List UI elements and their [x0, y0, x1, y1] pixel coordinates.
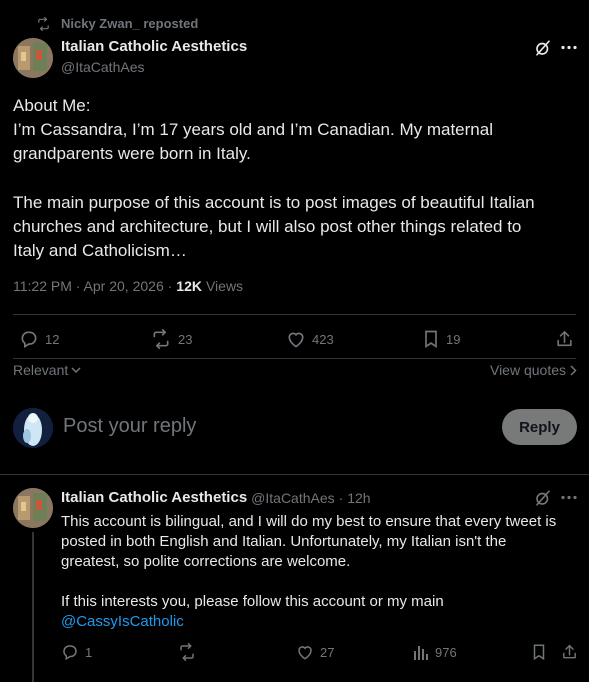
bookmark-icon — [531, 643, 547, 661]
post-line: I’m Cassandra, I’m 17 years old and I’m … — [13, 120, 493, 140]
repost-icon — [150, 329, 172, 349]
heart-icon — [286, 329, 306, 349]
reply-author-handle[interactable]: @ItaCathAes — [251, 490, 334, 506]
timestamp[interactable]: 11:22 PM · Apr 20, 2026 · — [13, 278, 172, 294]
view-quotes-link[interactable]: View quotes — [490, 362, 577, 378]
reply-button-label: Reply — [519, 418, 560, 436]
heart-icon — [296, 643, 314, 661]
reply-action[interactable]: 1 — [61, 643, 92, 661]
repost-text[interactable]: Nicky Zwan_ reposted — [61, 16, 198, 31]
views-label: Views — [205, 278, 244, 294]
composer-avatar[interactable] — [13, 408, 53, 448]
reply-line: This account is bilingual, and I will do… — [61, 513, 557, 530]
reply-line: greatest, so polite corrections are welc… — [61, 553, 351, 570]
post-line: churches and architecture, but I will al… — [13, 216, 522, 236]
reply-count: 1 — [85, 644, 93, 660]
share-icon — [561, 643, 578, 661]
bookmark-action[interactable]: 19 — [422, 329, 460, 349]
more-icon[interactable] — [561, 45, 577, 50]
bookmark-icon — [422, 329, 440, 349]
bookmark-count: 19 — [446, 331, 461, 347]
reply-author-name[interactable]: Italian Catholic Aesthetics — [61, 489, 247, 506]
reply-header: Italian Catholic Aesthetics @ItaCathAes … — [61, 489, 371, 506]
reply-action[interactable]: 12 — [19, 329, 59, 349]
reply-line: If this interests you, please follow thi… — [61, 593, 444, 610]
post-line: About Me: — [13, 96, 91, 115]
post-line: grandparents were born in Italy. — [13, 144, 251, 164]
divider — [13, 358, 576, 359]
author-handle[interactable]: @ItaCathAes — [61, 59, 144, 75]
like-count: 423 — [312, 331, 334, 347]
avatar[interactable] — [13, 38, 53, 78]
repost-action[interactable] — [177, 643, 203, 661]
grok-icon[interactable] — [534, 489, 552, 507]
mention-link[interactable]: @CassyIsCatholic — [61, 612, 581, 632]
reply-count: 12 — [45, 331, 60, 347]
post-line — [13, 167, 578, 191]
divider — [13, 314, 576, 315]
view-quotes-label: View quotes — [489, 362, 566, 378]
sort-label: Relevant — [13, 362, 69, 378]
analytics-icon — [413, 643, 429, 661]
more-icon[interactable] — [561, 495, 577, 500]
repost-icon — [36, 16, 51, 31]
grok-icon[interactable] — [534, 39, 552, 57]
share-icon — [555, 329, 574, 349]
reply-input[interactable]: Post your reply — [63, 415, 196, 438]
reply-button[interactable]: Reply — [502, 409, 577, 445]
divider — [0, 474, 589, 475]
like-action[interactable]: 27 — [296, 643, 334, 661]
views-count: 976 — [435, 644, 457, 660]
thread-line — [32, 532, 34, 682]
reply-time[interactable]: · 12h — [339, 490, 371, 506]
chevron-right-icon — [570, 364, 577, 376]
post-line: Italy and Catholicism… — [13, 241, 187, 261]
sort-dropdown[interactable]: Relevant — [13, 362, 81, 378]
reply-line: posted in both English and Italian. Unfo… — [61, 533, 507, 550]
post-line: The main purpose of this account is to p… — [13, 192, 535, 212]
post-meta: 11:22 PM · Apr 20, 2026 · 12K Views — [13, 278, 243, 294]
repost-count: 23 — [178, 331, 193, 347]
reply-line — [61, 572, 581, 592]
share-action[interactable] — [561, 643, 578, 661]
post-body: About Me: I’m Cassandra, I’m 17 years ol… — [13, 94, 578, 263]
views-count: 12K — [176, 278, 202, 294]
repost-icon — [177, 643, 197, 661]
reply-icon — [61, 643, 79, 661]
author-name[interactable]: Italian Catholic Aesthetics — [61, 38, 247, 55]
repost-action[interactable]: 23 — [150, 329, 192, 349]
views-action[interactable]: 976 — [413, 643, 457, 661]
repost-header: Nicky Zwan_ reposted — [36, 16, 198, 31]
reply-icon — [19, 329, 39, 349]
chevron-down-icon — [71, 366, 81, 374]
reply-avatar[interactable] — [13, 488, 53, 528]
like-count: 27 — [320, 644, 335, 660]
bookmark-action[interactable] — [531, 643, 547, 661]
like-action[interactable]: 423 — [286, 329, 334, 349]
reply-body: This account is bilingual, and I will do… — [61, 512, 581, 632]
share-action[interactable] — [555, 329, 574, 349]
